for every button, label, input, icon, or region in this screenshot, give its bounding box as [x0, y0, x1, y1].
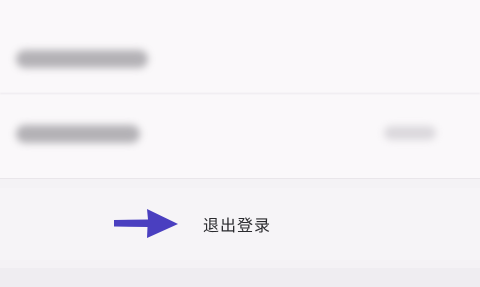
arrow-right-icon	[114, 209, 178, 238]
bottom-area	[0, 268, 480, 287]
settings-row-1[interactable]	[0, 34, 480, 82]
logout-button[interactable]: 退出登录	[0, 188, 480, 260]
settings-card	[0, 0, 480, 179]
settings-screen: 退出登录	[0, 0, 480, 287]
blurred-value-2	[384, 126, 436, 140]
logout-label: 退出登录	[203, 216, 272, 235]
settings-row-2[interactable]	[0, 110, 480, 158]
blurred-label-2	[16, 125, 140, 143]
row-divider	[0, 93, 480, 94]
blurred-label-1	[16, 50, 148, 68]
